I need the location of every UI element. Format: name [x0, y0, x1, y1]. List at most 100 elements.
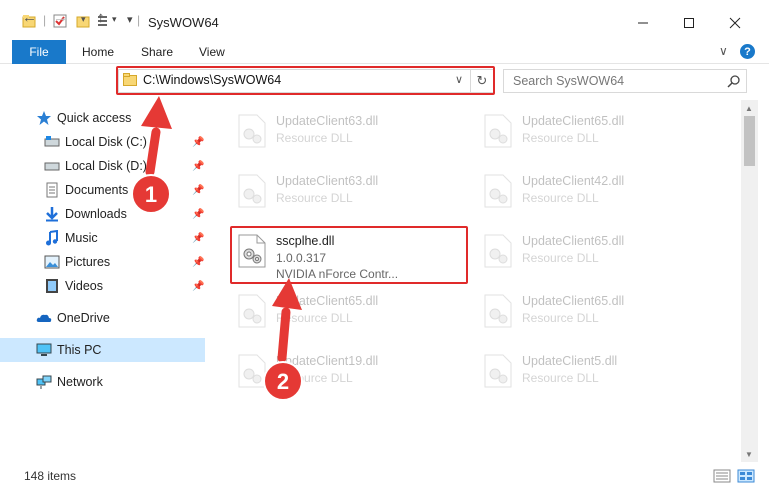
sidebar-item-local-disk-d[interactable]: Local Disk (D:) 📌 [0, 154, 205, 178]
tab-share[interactable]: Share [141, 45, 173, 59]
maximize-button[interactable] [666, 8, 712, 38]
recent-locations-icon[interactable]: ▾ [81, 14, 86, 25]
pin-icon[interactable]: 📌 [192, 233, 204, 244]
file-type: Resource DLL [276, 311, 353, 325]
file-item[interactable]: UpdateClient65.dll Resource DLL [232, 286, 472, 340]
sidebar-item-pictures[interactable]: Pictures 📌 [0, 250, 205, 274]
minimize-button[interactable] [620, 8, 666, 38]
sidebar-item-label: Music [65, 231, 98, 245]
pictures-icon [44, 255, 60, 269]
network-icon [36, 375, 52, 389]
sidebar-item-label: Quick access [57, 111, 132, 125]
tab-home[interactable]: Home [82, 45, 114, 59]
sidebar-item-label: Local Disk (D:) [65, 159, 147, 173]
up-arrow-icon[interactable]: ↑ [97, 9, 105, 26]
music-icon [46, 230, 58, 246]
pin-icon[interactable]: 📌 [192, 185, 204, 196]
file-item[interactable]: UpdateClient5.dll Resource DLL [478, 346, 718, 400]
file-item[interactable]: UpdateClient19.dll Resource DLL [232, 346, 472, 400]
close-icon [729, 17, 741, 29]
dll-file-icon [238, 294, 266, 328]
dll-file-icon [484, 294, 512, 328]
file-name: UpdateClient5.dll [522, 354, 618, 368]
dll-file-icon [484, 114, 512, 148]
ribbon: File Home Share View [0, 40, 769, 64]
separator: | [137, 13, 141, 27]
sidebar-item-quick-access[interactable]: Quick access [0, 106, 205, 130]
forward-arrow-icon[interactable]: → [53, 9, 68, 26]
sidebar-item-documents[interactable]: Documents 📌 [0, 178, 205, 202]
file-item[interactable]: UpdateClient65.dll Resource DLL [478, 286, 718, 340]
file-item[interactable]: UpdateClient63.dll Resource DLL [232, 166, 472, 220]
dll-file-icon [484, 354, 512, 388]
scroll-down-icon[interactable]: ▼ [745, 450, 753, 459]
computer-icon [36, 343, 52, 356]
title-bar: | ▾ ▾ | SysWOW64 [0, 0, 769, 40]
file-name: UpdateClient65.dll [276, 294, 379, 308]
pin-icon[interactable]: 📌 [192, 137, 204, 148]
pin-icon[interactable]: 📌 [192, 257, 204, 268]
dll-file-icon [238, 354, 266, 388]
qa-customize-icon[interactable]: ▾ [127, 13, 133, 26]
file-name: UpdateClient65.dll [522, 234, 625, 248]
file-name: UpdateClient63.dll [276, 114, 379, 128]
sidebar-item-this-pc[interactable]: This PC [0, 338, 205, 362]
scrollbar-thumb[interactable] [744, 116, 755, 166]
sidebar-item-local-disk-c[interactable]: Local Disk (C:) 📌 [0, 130, 205, 154]
dropdown-arrow-icon[interactable]: ▾ [112, 14, 117, 25]
file-item[interactable]: UpdateClient65.dll Resource DLL [478, 226, 718, 280]
help-icon[interactable]: ? [740, 44, 755, 59]
sidebar-item-label: OneDrive [57, 311, 110, 325]
search-icon[interactable] [727, 74, 741, 88]
maximize-icon [684, 18, 694, 28]
file-type: Resource DLL [522, 131, 599, 145]
back-arrow-icon[interactable]: ← [22, 9, 37, 26]
sidebar-item-downloads[interactable]: Downloads 📌 [0, 202, 205, 226]
star-icon [37, 111, 51, 125]
sidebar-item-network[interactable]: Network [0, 370, 205, 394]
sidebar-item-onedrive[interactable]: OneDrive [0, 306, 205, 330]
pin-icon[interactable]: 📌 [192, 281, 204, 292]
status-bar [0, 464, 769, 488]
file-item[interactable]: UpdateClient65.dll Resource DLL [478, 106, 718, 160]
dll-file-icon [238, 174, 266, 208]
close-button[interactable] [712, 8, 758, 38]
pin-icon[interactable]: 📌 [192, 161, 204, 172]
download-icon [46, 207, 58, 222]
dll-file-icon [238, 114, 266, 148]
scroll-up-icon[interactable]: ▲ [745, 104, 753, 113]
file-name: UpdateClient65.dll [522, 294, 625, 308]
file-type: Resource DLL [522, 191, 599, 205]
file-name: UpdateClient19.dll [276, 354, 379, 368]
drive-icon [44, 136, 60, 147]
navigation-pane: Quick access Local Disk (C:) 📌 Local Dis… [0, 100, 207, 462]
sidebar-item-label: Downloads [65, 207, 127, 221]
address-highlight [116, 66, 495, 95]
sidebar-item-label: Documents [65, 183, 129, 197]
sidebar-item-videos[interactable]: Videos 📌 [0, 274, 205, 298]
sidebar-item-music[interactable]: Music 📌 [0, 226, 205, 250]
details-view-icon[interactable] [713, 469, 731, 483]
pin-icon[interactable]: 📌 [192, 209, 204, 220]
documents-icon [46, 182, 58, 198]
search-placeholder: Search SysWOW64 [513, 74, 625, 88]
dll-file-icon [484, 234, 512, 268]
item-count: 148 items [24, 469, 77, 483]
dll-file-icon [484, 174, 512, 208]
drive-icon [44, 162, 60, 171]
file-item[interactable]: UpdateClient42.dll Resource DLL [478, 166, 718, 220]
file-item[interactable]: UpdateClient63.dll Resource DLL [232, 106, 472, 160]
sidebar-item-label: Pictures [65, 255, 111, 269]
ribbon-expand-icon[interactable]: ∨ [719, 44, 728, 58]
file-type: Resource DLL [276, 191, 353, 205]
sidebar-item-label: This PC [57, 343, 102, 357]
tab-view[interactable]: View [199, 45, 225, 59]
tiles-view-icon[interactable] [737, 469, 755, 483]
tab-file[interactable]: File [12, 40, 66, 64]
file-name: UpdateClient42.dll [522, 174, 625, 188]
file-type: Resource DLL [276, 371, 353, 385]
minimize-icon [638, 22, 648, 24]
separator: | [43, 13, 47, 27]
file-name: UpdateClient63.dll [276, 174, 379, 188]
sidebar-item-label: Videos [65, 279, 103, 293]
